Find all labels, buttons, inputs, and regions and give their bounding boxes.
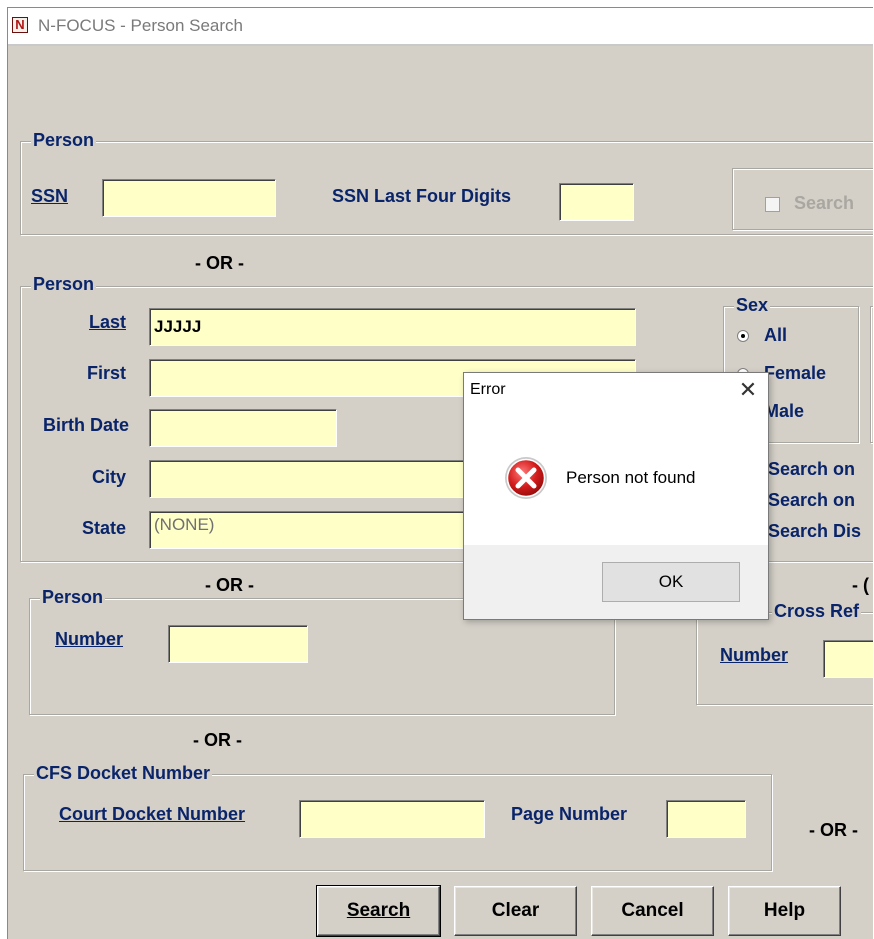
first-name-label: First: [86, 363, 126, 383]
sex-all-radio[interactable]: [737, 330, 749, 342]
birth-date-label: Birth Date: [42, 415, 129, 435]
or-separator-3: - OR -: [193, 730, 242, 750]
ssn-last-four-input[interactable]: [559, 183, 634, 221]
person-number-legend: Person: [40, 587, 106, 608]
search-on-option-2[interactable]: Search on: [768, 490, 855, 511]
search-button-label: Search: [346, 900, 411, 921]
last-name-label-link[interactable]: Last: [28, 312, 126, 333]
close-icon[interactable]: ✕: [734, 377, 762, 403]
person-number-input[interactable]: [168, 625, 308, 663]
cross-ref-number-input[interactable]: [823, 640, 873, 678]
cancel-button-label: Cancel: [621, 900, 684, 921]
clear-button-label: Clear: [491, 900, 540, 921]
error-dialog-footer: OK: [464, 545, 768, 619]
sex-all-label: All: [764, 325, 788, 345]
last-name-input[interactable]: [149, 308, 636, 346]
page-number-label: Page Number: [511, 804, 628, 824]
search-button[interactable]: Search: [316, 885, 441, 937]
error-message: Person not found: [566, 468, 696, 487]
court-docket-number-label-link[interactable]: Court Docket Number: [59, 804, 245, 825]
or-separator-1: - OR -: [195, 253, 244, 273]
help-button[interactable]: Help: [728, 886, 841, 936]
sex-male-label: Male: [764, 401, 805, 421]
or-separator-4: - OR -: [809, 820, 858, 840]
birth-date-input[interactable]: [149, 409, 337, 447]
error-icon: [503, 455, 549, 501]
n-focus-app-icon: N: [12, 17, 28, 33]
state-label: State: [81, 518, 126, 538]
ok-button[interactable]: OK: [602, 562, 740, 602]
page-number-input[interactable]: [666, 800, 746, 838]
or-separator-2: - OR -: [205, 575, 254, 595]
error-dialog-title: Error: [470, 381, 506, 398]
search-on-option-1[interactable]: Search on: [768, 459, 855, 480]
person-name-legend: Person: [31, 274, 97, 295]
title-bar: N N-FOCUS - Person Search: [8, 8, 873, 46]
cross-ref-legend: Cross Ref: [772, 601, 862, 622]
cross-ref-number-label-link[interactable]: Number: [720, 645, 788, 666]
help-button-label: Help: [763, 900, 806, 921]
error-dialog: Error ✕ Person not found OK: [463, 372, 769, 620]
side-option-group: [870, 306, 873, 443]
ssn-label-link[interactable]: SSN: [31, 186, 68, 207]
search-checkbox[interactable]: [765, 197, 780, 212]
ssn-input[interactable]: [102, 179, 276, 217]
sex-legend: Sex: [734, 295, 771, 316]
window-title: N-FOCUS - Person Search: [38, 16, 243, 35]
city-label: City: [91, 467, 126, 487]
sex-female-label: Female: [764, 363, 827, 383]
ssn-last-four-label: SSN Last Four Digits: [332, 186, 512, 206]
cancel-button[interactable]: Cancel: [591, 886, 714, 936]
clear-button[interactable]: Clear: [454, 886, 577, 936]
person-ssn-legend: Person: [31, 130, 97, 151]
search-dis-option[interactable]: Search Dis: [768, 521, 861, 542]
court-docket-number-input[interactable]: [299, 800, 485, 838]
person-number-label-link[interactable]: Number: [55, 629, 123, 650]
cfs-docket-legend: CFS Docket Number: [34, 763, 213, 784]
search-checkbox-label: Search: [794, 193, 855, 213]
or-separator-6: - (: [852, 575, 869, 595]
